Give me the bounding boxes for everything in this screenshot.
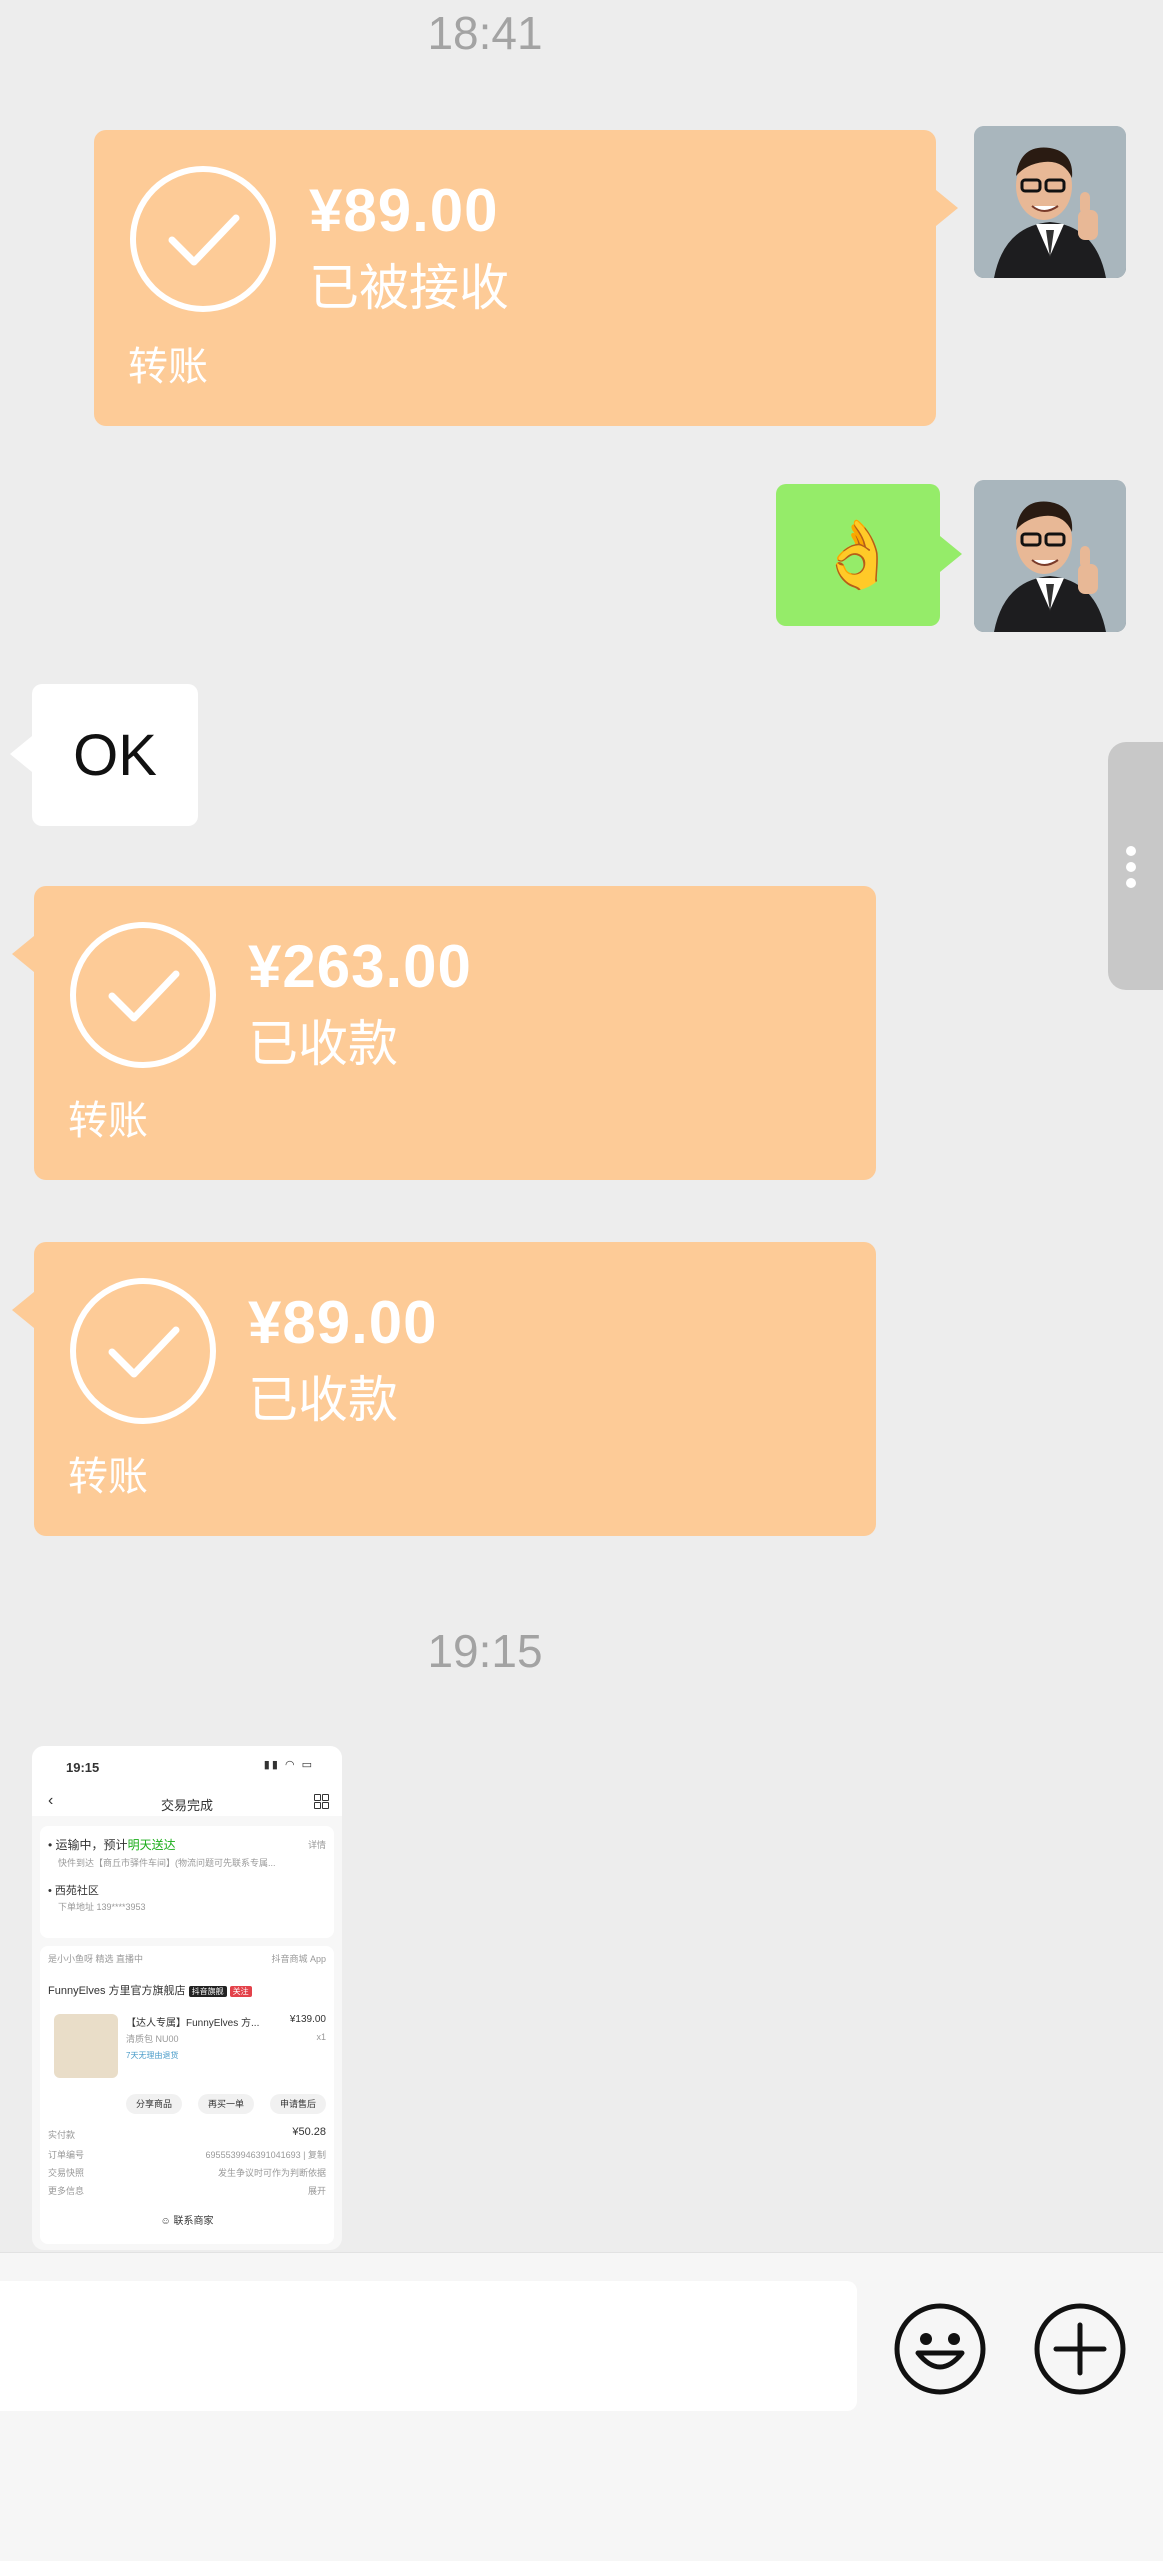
shipping-note: 快件到达【商丘市驿件车间】(物流问题可先联系专属... [58, 1858, 276, 1868]
bubble-tail [12, 936, 34, 972]
bubble-tail [936, 190, 958, 226]
transfer-amount: ¥263.00 [248, 933, 472, 1000]
product-price: ¥139.00 [289, 2014, 326, 2025]
product-tag: 7天无理由退货 [126, 2051, 179, 2060]
side-panel-handle[interactable] [1108, 742, 1163, 990]
order-no-value: 6955539946391041693 | 复制 [205, 2150, 326, 2160]
person-avatar-icon [974, 126, 1126, 278]
paid-label: 实付款 [48, 2130, 76, 2140]
product-spec: 清质包 NU00 [126, 2034, 179, 2044]
avatar[interactable] [974, 480, 1126, 632]
transfer-card-sent[interactable]: ¥89.00 已被接收 转账 [94, 130, 958, 426]
contact-button: ☺ 联系商家 [160, 2216, 214, 2227]
transfer-label: 转账 [68, 1455, 148, 1499]
handle-dot [1126, 862, 1136, 872]
screenshot-header: 19:15 ▮▮ ◠ ▭ ‹ 交易完成 [32, 1746, 342, 1816]
shipping-status: • 运输中，预计明天送达 [48, 1838, 176, 1852]
order-no-label: 订单编号 [48, 2150, 85, 2160]
snapshot-value: 发生争议时可作为判断依据 [217, 2168, 326, 2178]
status-icons: ▮▮ ◠ ▭ [263, 1759, 314, 1771]
address-area: • 西苑社区 [48, 1885, 99, 1897]
ok-hand-emoji: 👌 [816, 517, 900, 591]
transfer-label: 转账 [68, 1099, 148, 1143]
check-circle-icon [130, 166, 276, 312]
message-text: OK [73, 722, 157, 788]
more-label: 更多信息 [48, 2186, 85, 2196]
shipping-detail-link: 详情 [307, 1840, 326, 1850]
transfer-status: 已收款 [248, 1016, 398, 1072]
message-input[interactable] [0, 2281, 857, 2411]
received-message-bubble[interactable]: OK [10, 684, 198, 826]
transfer-card-received[interactable]: ¥263.00 已收款 转账 [12, 886, 876, 1180]
after-sale-button: 申请售后 [270, 2094, 326, 2114]
product-title: 【达人专属】FunnyElves 方... [126, 2018, 260, 2029]
shop-label: 是小小鱼呀 精选 直播中 [48, 1954, 144, 1964]
shipping-card: • 运输中，预计明天送达 详情 快件到达【商丘市驿件车间】(物流问题可先联系专属… [40, 1826, 334, 1938]
more-value: 展开 [307, 2186, 326, 2196]
status-time: 19:15 [66, 1760, 100, 1775]
product-qty: x1 [316, 2032, 326, 2042]
grid-icon [314, 1794, 329, 1809]
address-detail: 下单地址 139****3953 [58, 1902, 146, 1912]
bubble-tail [940, 536, 962, 572]
handle-dot [1126, 846, 1136, 856]
timestamp: 18:41 [427, 7, 543, 59]
person-avatar-icon [974, 480, 1126, 632]
order-card: 是小小鱼呀 精选 直播中 抖音商城 App FunnyElves 方里官方旗舰店… [40, 1946, 334, 2244]
rebuy-button: 再买一单 [198, 2094, 254, 2114]
snapshot-label: 交易快照 [48, 2168, 85, 2178]
screenshot-title: 交易完成 [160, 1798, 213, 1813]
image-message-screenshot[interactable]: 19:15 ▮▮ ◠ ▭ ‹ 交易完成 • 运输中，预计明天送达 详情 快件到达… [32, 1746, 342, 2250]
handle-dot [1126, 878, 1136, 888]
transfer-label: 转账 [128, 345, 208, 389]
transfer-card-received[interactable]: ¥89.00 已收款 转账 [12, 1242, 876, 1536]
plus-circle-icon[interactable] [1032, 2301, 1128, 2397]
shop-name: FunnyElves 方里官方旗舰店 抖音旗舰 关注 [48, 1982, 252, 1998]
bubble-tail [12, 1292, 34, 1328]
bubble-tail [10, 736, 32, 772]
share-button: 分享商品 [126, 2094, 182, 2114]
transfer-amount: ¥89.00 [248, 1289, 438, 1356]
avatar[interactable] [974, 126, 1126, 278]
check-circle-icon [70, 1278, 216, 1424]
product-image [54, 2014, 118, 2078]
transfer-amount: ¥89.00 [309, 177, 499, 244]
transfer-status: 已被接收 [309, 260, 509, 316]
check-circle-icon [70, 922, 216, 1068]
smiley-face-icon[interactable] [892, 2301, 988, 2397]
paid-value: ¥50.28 [292, 2126, 326, 2138]
own-message-bubble[interactable]: 👌 [776, 484, 962, 626]
app-link: 抖音商城 App [271, 1954, 326, 1964]
transfer-status: 已收款 [248, 1372, 398, 1428]
chat-input-bar [0, 2252, 1163, 2561]
timestamp: 19:15 [427, 1625, 543, 1677]
